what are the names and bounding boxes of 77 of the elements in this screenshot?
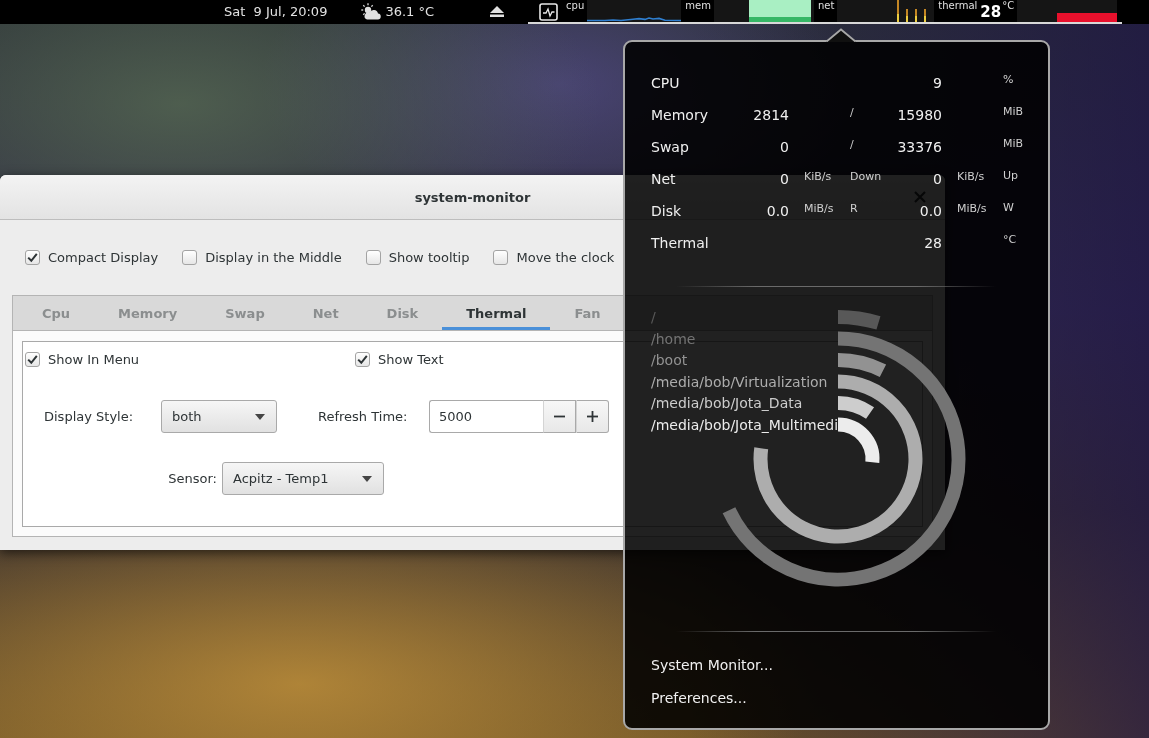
tab[interactable]: Thermal	[442, 296, 551, 330]
stat-label: Net	[651, 171, 676, 187]
number-field[interactable]: 5000	[429, 400, 543, 433]
checkmark-icon	[357, 353, 368, 365]
stat-value: 15980	[897, 107, 942, 123]
checkbox-label: Show Text	[378, 351, 444, 367]
unit-label: KiB/s	[957, 170, 985, 183]
field-label: Sensor:	[168, 471, 217, 486]
mount-path-label: /	[651, 308, 656, 327]
plus-icon	[587, 411, 598, 422]
clock-text[interactable]: Sat 9 Jul, 20:09	[224, 0, 328, 24]
mount-path-label: /media/bob/Virtualization	[651, 372, 828, 392]
dropdown[interactable]: Acpitz - Temp1	[222, 462, 384, 495]
stat-value: 33376	[897, 139, 942, 155]
menu-item[interactable]: Preferences...	[651, 682, 747, 715]
stat-caption: /	[850, 138, 854, 151]
unit-label: MiB	[1003, 105, 1024, 118]
temperature-reading: 28	[980, 3, 1002, 21]
unit-label: MiB/s	[804, 202, 834, 215]
mount-path-label: /home	[651, 329, 696, 349]
increment-button[interactable]	[576, 400, 609, 433]
graph-label: net	[817, 0, 835, 12]
chart-icon	[539, 3, 559, 21]
checkbox[interactable]	[25, 351, 40, 367]
checkbox-label: Move the clock	[516, 249, 615, 265]
stat-value: 0	[933, 171, 942, 187]
checkbox[interactable]	[182, 249, 198, 265]
unit-label: Up	[1003, 169, 1019, 182]
stat-caption: /	[850, 106, 854, 119]
stat-value: 0.0	[919, 203, 942, 219]
sun-cloud-icon	[361, 3, 382, 20]
menu-item[interactable]: System Monitor...	[651, 649, 773, 682]
stat-label: Swap	[651, 139, 689, 155]
graph-label: thermal	[938, 0, 978, 12]
stat-label: Thermal	[651, 235, 709, 251]
unit-label: °C	[1003, 233, 1017, 246]
decrement-button[interactable]	[543, 400, 576, 433]
stat-value: 0	[780, 171, 789, 187]
dropdown[interactable]: both	[161, 400, 277, 433]
mount-path-label: /media/bob/Jota_Data	[651, 394, 803, 413]
unit-label: °C	[1002, 0, 1015, 12]
unit-label: W	[1003, 201, 1014, 214]
temperature-text: 36.1 °C	[385, 3, 435, 21]
eject-icon[interactable]	[490, 6, 505, 17]
field-label: Refresh Time:	[318, 409, 408, 424]
unit-label: %	[1003, 73, 1014, 86]
stat-value: 2814	[753, 107, 789, 123]
stat-label: Memory	[651, 107, 708, 123]
mount-path-label: /boot	[651, 351, 688, 370]
mount-path-label: /media/bob/Jota_Multimedi	[651, 415, 839, 435]
checkbox-label: Display in the Middle	[205, 249, 342, 265]
stat-value: 28	[924, 235, 942, 251]
caret-icon	[255, 413, 265, 420]
stat-value: 0.0	[766, 203, 789, 219]
stat-caption: Down	[850, 170, 882, 183]
checkbox[interactable]	[355, 351, 370, 367]
checkbox-label: Show In Menu	[48, 351, 140, 367]
stat-value: 9	[933, 75, 942, 91]
graph-label: cpu	[566, 0, 585, 12]
unit-label: MiB	[1003, 137, 1024, 150]
checkmark-icon	[27, 251, 38, 263]
checkbox[interactable]	[365, 249, 381, 265]
stat-label: Disk	[651, 203, 682, 219]
window-title: system-monitor	[414, 189, 531, 205]
unit-label: KiB/s	[804, 170, 832, 183]
caret-icon	[362, 475, 372, 482]
checkbox-label: Compact Display	[48, 249, 159, 265]
checkmark-icon	[27, 353, 38, 365]
checkbox[interactable]	[25, 249, 40, 265]
checkbox[interactable]	[493, 249, 509, 265]
graph-label: mem	[685, 0, 711, 12]
field-label: Display Style:	[44, 409, 134, 424]
stat-value: 0	[780, 139, 789, 155]
checkbox-label: Show tooltip	[388, 249, 470, 265]
unit-label: MiB/s	[957, 202, 987, 215]
stat-caption: R	[850, 202, 858, 215]
stat-label: CPU	[651, 75, 680, 91]
